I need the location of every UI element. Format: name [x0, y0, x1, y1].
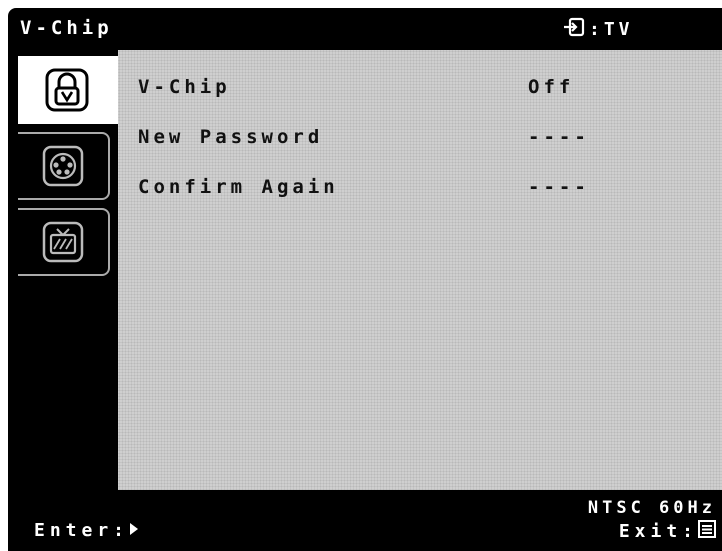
row-value: Off [528, 76, 575, 98]
tv-rating-icon [42, 221, 84, 263]
menu-row-vchip[interactable]: V-Chip Off [138, 76, 698, 106]
title-bar: V-Chip :TV [8, 8, 722, 50]
enter-label: Enter: [34, 520, 130, 541]
tab-vchip-lock[interactable] [18, 56, 118, 124]
source-indicator: :TV [563, 17, 634, 42]
play-arrow-icon [129, 520, 139, 541]
tab-tv-ratings[interactable] [18, 208, 110, 276]
row-value: ---- [528, 176, 590, 198]
source-label: :TV [589, 19, 634, 40]
padlock-v-icon [45, 68, 89, 112]
exit-hint: Exit: [619, 520, 716, 543]
menu-row-new-password[interactable]: New Password ---- [138, 126, 698, 156]
row-label: New Password [138, 126, 324, 148]
row-label: Confirm Again [138, 176, 339, 198]
row-value: ---- [528, 126, 590, 148]
row-label: V-Chip [138, 76, 231, 98]
exit-label: Exit: [618, 521, 698, 542]
menu-row-confirm-again[interactable]: Confirm Again ---- [138, 176, 698, 206]
film-reel-icon [42, 145, 84, 187]
osd-window: V-Chip :TV V-Chip Off New Password ---- … [8, 8, 722, 551]
signal-status: NTSC 60Hz [587, 498, 716, 518]
input-source-icon [563, 17, 585, 42]
tab-movie-ratings[interactable] [18, 132, 110, 200]
enter-hint: Enter: [34, 520, 139, 541]
settings-panel: V-Chip Off New Password ---- Confirm Aga… [118, 50, 722, 490]
menu-title: V-Chip [20, 17, 113, 39]
menu-icon [698, 520, 716, 543]
category-sidebar [8, 50, 118, 490]
